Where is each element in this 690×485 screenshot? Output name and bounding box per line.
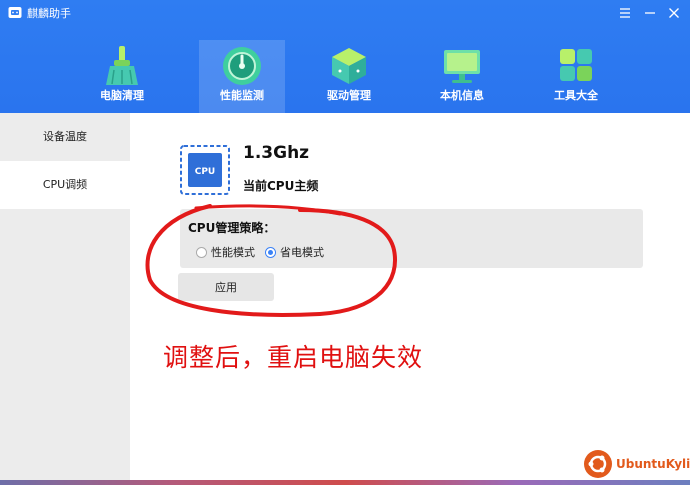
monitor-icon (444, 50, 480, 83)
cpu-frequency-label: 当前CPU主频 (243, 179, 319, 193)
close-icon (669, 8, 679, 18)
minimize-icon (645, 12, 655, 14)
nav-tab-performance[interactable]: 性能监测 (199, 40, 285, 113)
app-logo-icon (8, 7, 22, 18)
broom-icon (106, 46, 138, 85)
sidebar: 设备温度 CPU调频 (0, 113, 130, 480)
sidebar-item-cpu-frequency[interactable]: CPU调频 (0, 161, 130, 209)
nav-tab-drivers[interactable]: 驱动管理 (306, 40, 392, 113)
nav-tab-label: 驱动管理 (327, 89, 371, 102)
ubuntukylin-logo-icon (584, 450, 612, 478)
sidebar-item-device-temperature[interactable]: 设备温度 (0, 113, 130, 161)
cpu-policy-panel: CPU管理策略： 性能模式 省电模式 (180, 209, 643, 268)
header: 麒麟助手 电脑清理 性能监测 驱动管理 本机信息 工具大全 (0, 0, 690, 113)
performance-mode-label[interactable]: 性能模式 (211, 244, 255, 260)
close-button[interactable] (664, 3, 684, 23)
window-title: 麒麟助手 (27, 7, 71, 20)
nav-tab-toolbox[interactable]: 工具大全 (533, 40, 619, 113)
nav-tab-system-info[interactable]: 本机信息 (419, 40, 505, 113)
titlebar: 麒麟助手 (0, 0, 690, 26)
cpu-policy-options: 性能模式 省电模式 (196, 244, 334, 260)
cpu-policy-title: CPU管理策略： (188, 221, 276, 235)
cpu-chip-label: CPU (195, 167, 216, 177)
menu-button[interactable] (615, 3, 635, 23)
grid-icon (560, 49, 592, 81)
nav-tab-label: 本机信息 (440, 89, 484, 102)
nav-tab-label: 性能监测 (220, 89, 264, 102)
power-saving-mode-label[interactable]: 省电模式 (280, 244, 324, 260)
watermark: UbuntuKylin (583, 449, 690, 479)
menu-icon (620, 8, 630, 18)
main-nav: 电脑清理 性能监测 驱动管理 本机信息 工具大全 (0, 40, 690, 113)
gauge-icon (223, 47, 261, 85)
nav-tab-label: 电脑清理 (100, 89, 144, 102)
power-saving-mode-radio[interactable] (265, 246, 276, 258)
nav-tab-cleanup[interactable]: 电脑清理 (79, 40, 165, 113)
cube-icon (332, 48, 366, 84)
cpu-frequency-value: 1.3Ghz (243, 143, 310, 163)
watermark-text: UbuntuKylin (616, 457, 690, 471)
performance-mode-radio[interactable] (196, 246, 207, 258)
app-window: 麒麟助手 电脑清理 性能监测 驱动管理 本机信息 工具大全 设备温度 CPU调频… (0, 0, 690, 480)
nav-tab-label: 工具大全 (554, 89, 598, 102)
apply-button[interactable]: 应用 (178, 273, 274, 301)
minimize-button[interactable] (640, 3, 660, 23)
annotation-text: 调整后，重启电脑失效 (163, 343, 424, 372)
cpu-chip-icon: CPU (180, 145, 230, 195)
desktop-background-strip (0, 480, 690, 485)
